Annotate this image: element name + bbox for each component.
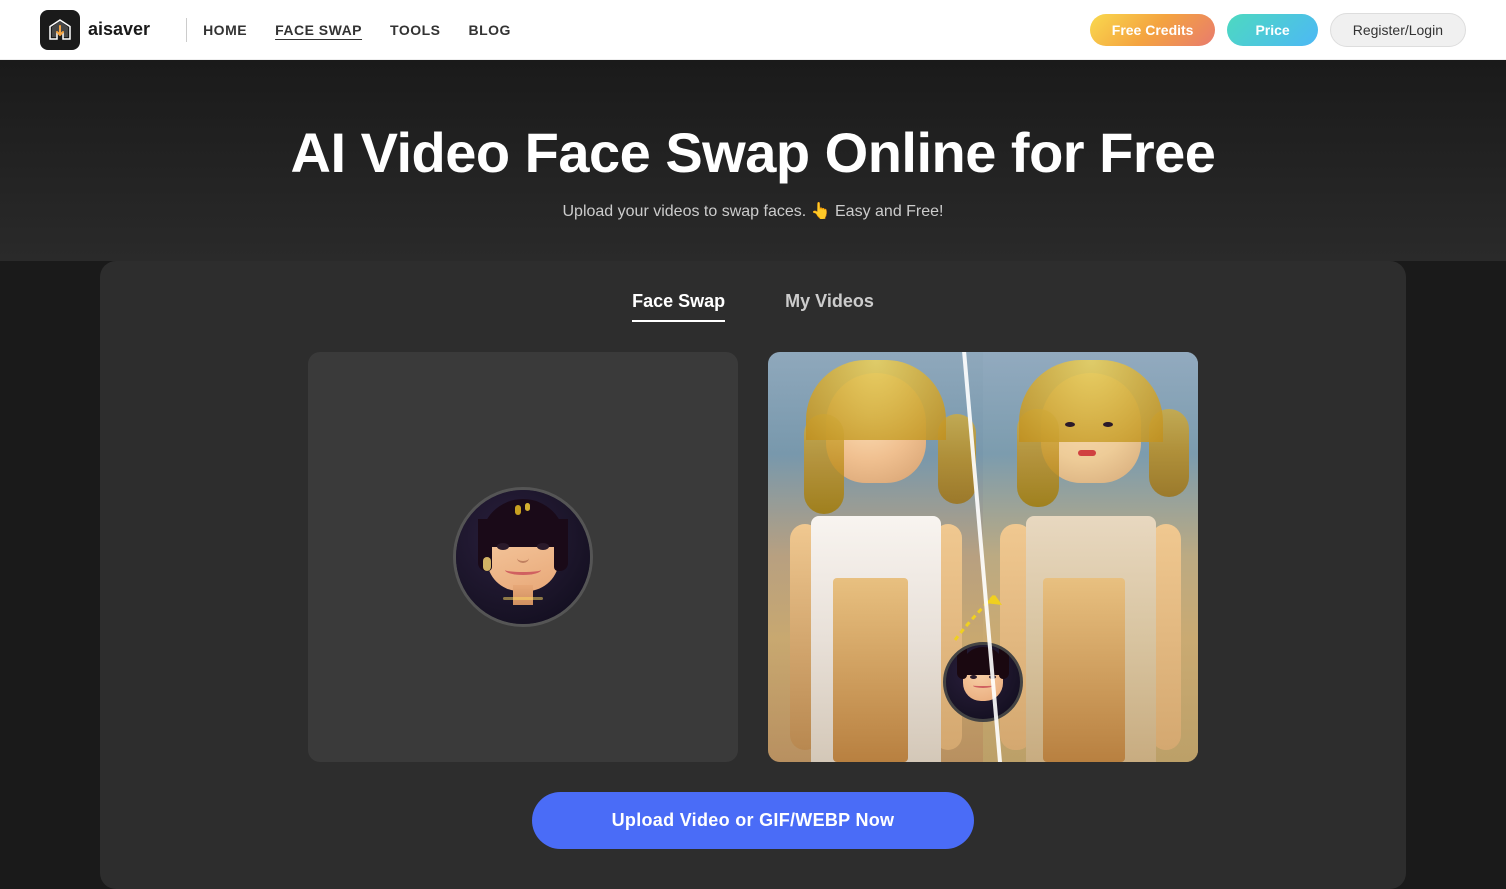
upload-section xyxy=(140,352,1366,762)
upload-box[interactable] xyxy=(308,352,738,762)
logo-icon xyxy=(40,10,80,50)
tab-my-videos[interactable]: My Videos xyxy=(785,291,874,322)
price-button[interactable]: Price xyxy=(1227,14,1317,46)
free-credits-button[interactable]: Free Credits xyxy=(1090,14,1216,46)
hero-section: AI Video Face Swap Online for Free Uploa… xyxy=(0,60,1506,261)
nav-divider xyxy=(186,18,187,42)
register-login-button[interactable]: Register/Login xyxy=(1330,13,1466,47)
face-avatar-inner xyxy=(456,490,590,624)
nav-home[interactable]: HOME xyxy=(203,22,247,38)
tab-face-swap[interactable]: Face Swap xyxy=(632,291,725,322)
hero-title: AI Video Face Swap Online for Free xyxy=(20,120,1486,185)
tabs: Face Swap My Videos xyxy=(140,291,1366,322)
navbar: aisaver HOME FACE SWAP TOOLS BLOG Free C… xyxy=(0,0,1506,60)
upload-button[interactable]: Upload Video or GIF/WEBP Now xyxy=(532,792,975,849)
navbar-right: Free Credits Price Register/Login xyxy=(1090,13,1466,47)
small-face-thumbnail xyxy=(943,642,1023,722)
main-content: Face Swap My Videos xyxy=(100,261,1406,889)
nav-blog[interactable]: BLOG xyxy=(469,22,511,38)
nav-face-swap[interactable]: FACE SWAP xyxy=(275,22,362,38)
result-preview xyxy=(768,352,1198,762)
logo-text: aisaver xyxy=(88,19,150,40)
nav-links: HOME FACE SWAP TOOLS BLOG xyxy=(203,22,511,38)
face-avatar xyxy=(453,487,593,627)
hero-subtitle: Upload your videos to swap faces. 👆 Easy… xyxy=(20,201,1486,221)
logo[interactable]: aisaver xyxy=(40,10,150,50)
nav-tools[interactable]: TOOLS xyxy=(390,22,440,38)
upload-btn-container: Upload Video or GIF/WEBP Now xyxy=(140,792,1366,849)
